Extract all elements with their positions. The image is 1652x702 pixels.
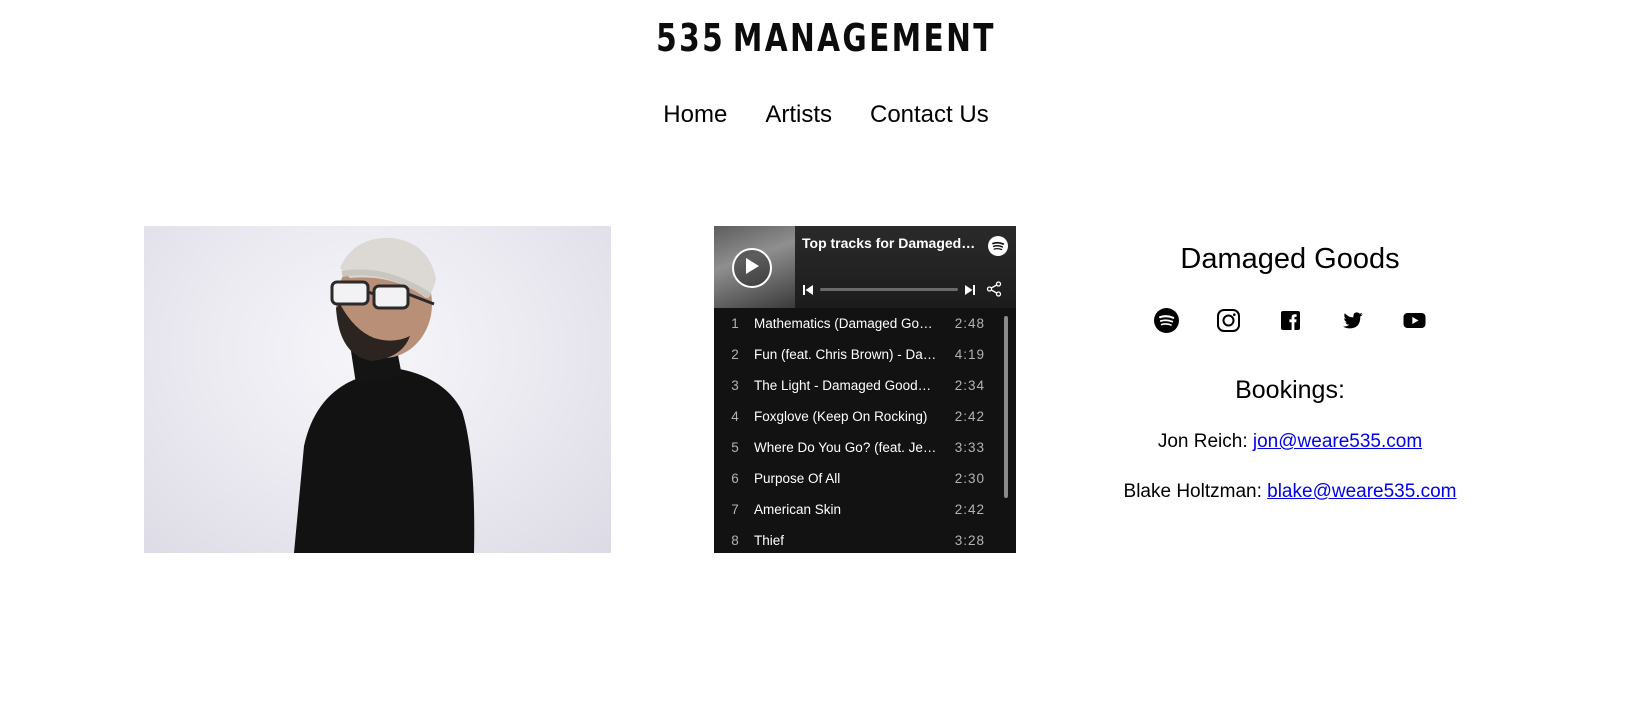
booking-contact-blake: Blake Holtzman: blake@weare535.com (1080, 480, 1500, 504)
track-duration: 2:30 (954, 471, 985, 486)
share-icon[interactable] (986, 281, 1002, 302)
track-row[interactable]: 7 American Skin 2:42 (714, 494, 1016, 525)
track-number: 8 (731, 533, 739, 548)
nav-artists[interactable]: Artists (765, 100, 832, 130)
spotify-embed: Top tracks for Damaged Goods (714, 226, 1016, 553)
spotify-icon[interactable] (1153, 308, 1179, 333)
track-name: American Skin (754, 502, 842, 517)
track-duration: 3:28 (954, 533, 985, 548)
skip-previous-icon[interactable] (802, 283, 814, 301)
nav-contact-us[interactable]: Contact Us (870, 100, 989, 130)
skip-next-icon[interactable] (964, 283, 976, 301)
youtube-icon[interactable] (1402, 308, 1427, 333)
track-name: Purpose Of All (754, 471, 841, 486)
track-list: 1 Mathematics (Damaged Goods Remix) 2:48… (714, 308, 1016, 553)
twitter-icon[interactable] (1340, 308, 1365, 333)
nav-home[interactable]: Home (663, 100, 727, 130)
contact-name: Jon Reich: (1157, 431, 1248, 452)
playlist-title[interactable]: Top tracks for Damaged Goods (802, 235, 978, 251)
artist-portrait-illustration (294, 237, 475, 553)
track-duration: 2:48 (954, 316, 985, 331)
booking-contact-jon: Jon Reich: jon@weare535.com (1080, 430, 1500, 454)
track-name: Fun (feat. Chris Brown) - Damaged Goods … (754, 347, 937, 362)
track-row[interactable]: 5 Where Do You Go? (feat. Jessie Ware) 3… (714, 432, 1016, 463)
play-button[interactable] (732, 248, 772, 288)
play-icon (744, 257, 760, 280)
spotify-logo-icon[interactable] (988, 236, 1008, 256)
main-nav: Home Artists Contact Us (0, 100, 1652, 130)
track-duration: 2:34 (954, 378, 985, 393)
track-number: 7 (731, 502, 739, 517)
track-duration: 2:42 (954, 502, 985, 517)
bookings-heading: Bookings: (1235, 376, 1345, 404)
track-name: Mathematics (Damaged Goods Remix) (754, 316, 937, 331)
track-row[interactable]: 2 Fun (feat. Chris Brown) - Damaged Good… (714, 339, 1016, 370)
artist-name: Damaged Goods (1180, 243, 1400, 275)
track-duration: 4:19 (954, 347, 985, 362)
track-number: 5 (731, 440, 739, 455)
contact-name: Blake Holtzman: (1123, 481, 1262, 502)
contact-email-link[interactable]: jon@weare535.com (1253, 431, 1422, 452)
album-cover (714, 226, 795, 308)
track-name: Thief (754, 533, 785, 548)
track-number: 6 (731, 471, 739, 486)
track-row[interactable]: 3 The Light - Damaged Goods Remix 2:34 (714, 370, 1016, 401)
track-duration: 3:33 (954, 440, 985, 455)
track-number: 2 (731, 347, 739, 362)
track-row[interactable]: 8 Thief 3:28 (714, 525, 1016, 553)
playback-controls (802, 280, 1008, 298)
track-number: 4 (731, 409, 739, 424)
artist-photo (144, 226, 611, 553)
artist-info: Damaged Goods Bookings: Jon Reich: jon@w… (1080, 240, 1500, 504)
spotify-header: Top tracks for Damaged Goods (714, 226, 1016, 308)
track-duration: 2:42 (954, 409, 985, 424)
track-number: 1 (731, 316, 739, 331)
track-name: Foxglove (Keep On Rocking) (754, 409, 928, 424)
track-name: The Light - Damaged Goods Remix (754, 378, 937, 393)
track-row[interactable]: 4 Foxglove (Keep On Rocking) 2:42 (714, 401, 1016, 432)
track-row[interactable]: 1 Mathematics (Damaged Goods Remix) 2:48 (714, 308, 1016, 339)
track-row[interactable]: 6 Purpose Of All 2:30 (714, 463, 1016, 494)
social-links (1080, 308, 1500, 334)
logo-number: 535 (656, 16, 726, 60)
site-logo[interactable]: 535 MANAGEMENT (182, 14, 1471, 62)
track-number: 3 (731, 378, 739, 393)
logo-word: MANAGEMENT (732, 16, 996, 60)
instagram-icon[interactable] (1216, 308, 1241, 333)
track-list-scrollbar[interactable] (1004, 316, 1008, 498)
track-name: Where Do You Go? (feat. Jessie Ware) (754, 440, 937, 455)
progress-bar[interactable] (820, 288, 958, 291)
facebook-icon[interactable] (1278, 308, 1303, 333)
contact-email-link[interactable]: blake@weare535.com (1267, 481, 1456, 502)
